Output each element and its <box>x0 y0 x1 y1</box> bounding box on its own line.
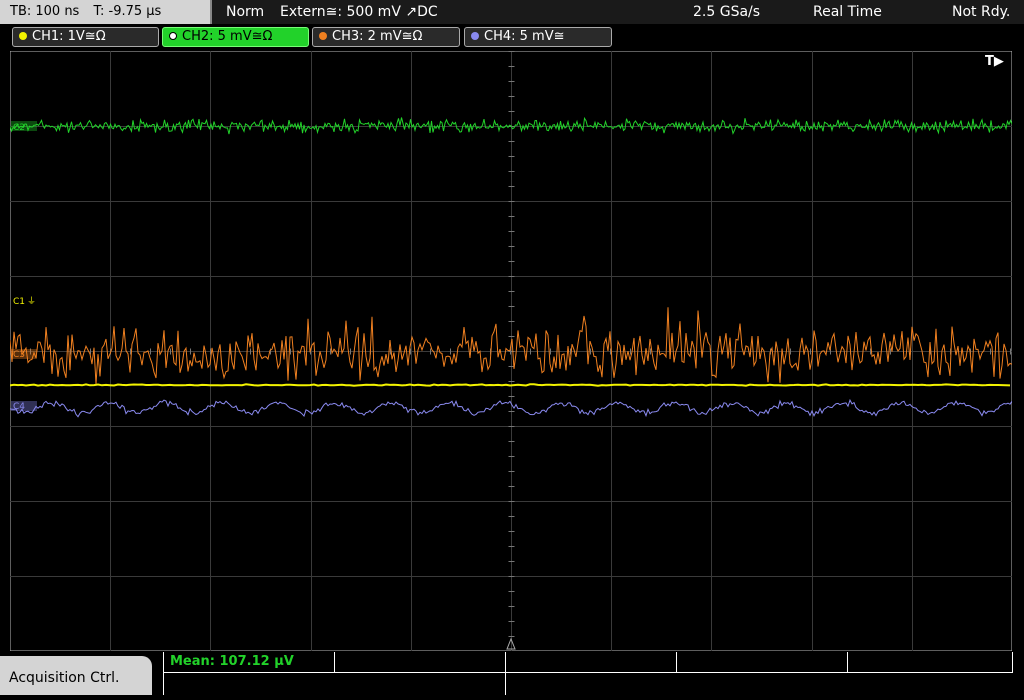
channel-2-marker-label: C2 <box>13 123 25 133</box>
trigger-mode[interactable]: Norm <box>226 0 264 24</box>
channel-3-marker-label: C3 <box>13 350 25 360</box>
trigger-marker-icon: T▶ <box>985 54 1004 69</box>
channel-3-tab[interactable]: CH3: 2 mV≅Ω <box>312 27 460 47</box>
channel-3-label: CH3: 2 mV≅Ω <box>332 29 423 44</box>
channel-3-dot-icon <box>319 32 327 40</box>
status-label: Not Rdy. <box>952 4 1011 20</box>
trigger-time-label: T: -9.75 µs <box>93 4 162 19</box>
channel-1-marker[interactable]: C1 ⏚ <box>13 296 36 307</box>
channel-4-marker[interactable]: C4 <box>11 401 37 412</box>
channel-1-tab[interactable]: CH1: 1V≅Ω <box>12 27 159 47</box>
channel-1-waveform <box>10 383 1011 387</box>
measurement-cell-empty[interactable] <box>848 652 1013 673</box>
channel-2-dot-icon <box>169 32 177 40</box>
channel-4-label: CH4: 5 mV≅ <box>484 29 565 44</box>
channel-4-tab[interactable]: CH4: 5 mV≅ <box>464 27 612 47</box>
channel-3-marker[interactable]: C3 <box>11 349 37 360</box>
ground-icon: ⏚ <box>27 296 36 307</box>
measurement-panel: Mean: 107.12 µV <box>163 652 1013 695</box>
channel-1-label: CH1: 1V≅Ω <box>32 29 106 44</box>
measurement-mean: Mean: 107.12 µV <box>170 654 294 669</box>
timebase-label: TB: 100 ns <box>10 4 80 19</box>
channel-4-marker-label: C4 <box>13 402 25 412</box>
measurement-cell-empty[interactable] <box>677 652 848 673</box>
waveform-display[interactable]: C2 C1 ⏚ C3 C4 <box>10 51 1012 651</box>
channel-4-dot-icon <box>471 32 479 40</box>
channel-2-label: CH2: 5 mV≅Ω <box>182 29 273 44</box>
channel-bar: CH1: 1V≅Ω CH2: 5 mV≅Ω CH3: 2 mV≅Ω CH4: 5… <box>0 24 1024 50</box>
channel-2-tab[interactable]: CH2: 5 mV≅Ω <box>162 27 309 47</box>
channel-1-dot-icon <box>19 32 27 40</box>
acquisition-ctrl-button[interactable]: Acquisition Ctrl. <box>0 656 152 695</box>
channel-1-marker-label: C1 <box>13 297 25 307</box>
measurement-cell-empty[interactable] <box>335 652 506 673</box>
acquisition-mode: Real Time <box>813 4 882 20</box>
timebase-box[interactable]: TB: 100 ns T: -9.75 µs <box>0 0 212 24</box>
sample-rate: 2.5 GSa/s <box>693 4 761 20</box>
trigger-source[interactable]: Extern≅: 500 mV ↗DC <box>280 0 438 24</box>
measurement-cell[interactable]: Mean: 107.12 µV <box>164 652 335 673</box>
measurement-cell-empty[interactable] <box>506 652 677 673</box>
top-status-bar: TB: 100 ns T: -9.75 µs Norm Extern≅: 500… <box>0 0 1024 24</box>
